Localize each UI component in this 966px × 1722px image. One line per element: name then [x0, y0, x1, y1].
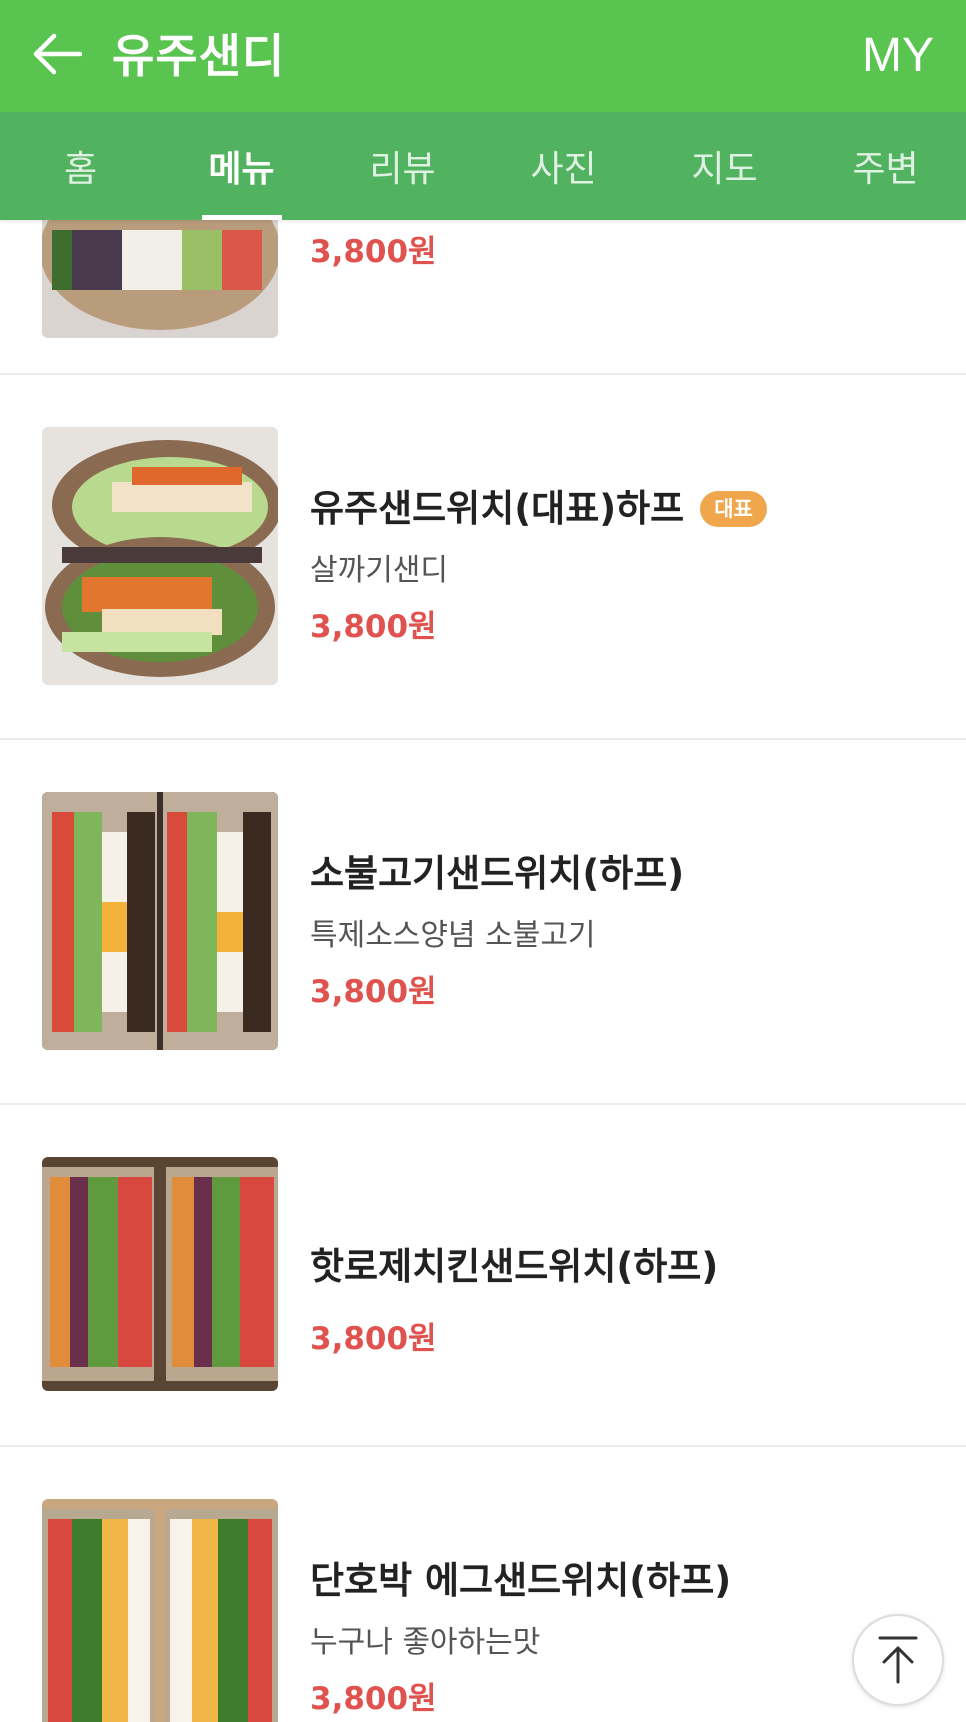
scroll-to-top-icon [878, 1636, 918, 1684]
menu-item[interactable]: 단호박 에그샌드위치(하프) 누구나 좋아하는맛 3,800원 [0, 1447, 966, 1722]
scroll-to-top-button[interactable] [852, 1614, 944, 1706]
signature-badge: 대표 [700, 491, 767, 527]
menu-item-price: 3,800원 [310, 234, 437, 270]
menu-item-photo [42, 1499, 278, 1722]
menu-item-name: 단호박 에그샌드위치(하프) [310, 1559, 732, 1602]
menu-item-photo [42, 220, 278, 338]
tab-photos[interactable]: 사진 [483, 112, 644, 220]
menu-item-name: 유주샌드위치(대표)하프 [310, 487, 685, 530]
restaurant-menu-page: 유주샌디 MY 홈 메뉴 리뷰 사진 지도 주변 3,800원 유주샌드위치(대… [0, 0, 966, 1722]
menu-item-price: 3,800원 [310, 1681, 437, 1717]
menu-list: 3,800원 유주샌드위치(대표)하프 대표 살까기샌디 3,800원 소불고기… [0, 220, 966, 1722]
menu-item-price: 3,800원 [310, 1321, 437, 1357]
tab-bar: 홈 메뉴 리뷰 사진 지도 주변 [0, 112, 966, 220]
menu-item[interactable]: 핫로제치킨샌드위치(하프) 3,800원 [0, 1105, 966, 1447]
menu-item-name: 핫로제치킨샌드위치(하프) [310, 1245, 719, 1288]
app-bar: 유주샌디 MY [0, 0, 966, 112]
page-title: 유주샌디 [112, 29, 286, 83]
tab-home[interactable]: 홈 [0, 112, 161, 220]
tab-menu[interactable]: 메뉴 [161, 112, 322, 220]
menu-item-photo [42, 1157, 278, 1391]
tab-nearby[interactable]: 주변 [805, 112, 966, 220]
menu-item[interactable]: 유주샌드위치(대표)하프 대표 살까기샌디 3,800원 [0, 375, 966, 740]
menu-item-description: 특제소스양념 소불고기 [310, 918, 596, 953]
my-button[interactable]: MY [862, 26, 934, 86]
tab-map[interactable]: 지도 [644, 112, 805, 220]
menu-item-price: 3,800원 [310, 609, 437, 645]
menu-item-name: 소불고기샌드위치(하프) [310, 852, 685, 895]
menu-item-description: 누구나 좋아하는맛 [310, 1625, 541, 1660]
menu-item-price: 3,800원 [310, 974, 437, 1010]
back-button[interactable] [24, 22, 88, 86]
tab-reviews[interactable]: 리뷰 [322, 112, 483, 220]
menu-item-photo [42, 427, 278, 685]
menu-item-description: 살까기샌디 [310, 553, 448, 588]
menu-item-photo [42, 792, 278, 1050]
back-arrow-icon [33, 33, 82, 75]
menu-item[interactable]: 3,800원 [0, 220, 966, 375]
menu-item[interactable]: 소불고기샌드위치(하프) 특제소스양념 소불고기 3,800원 [0, 740, 966, 1105]
